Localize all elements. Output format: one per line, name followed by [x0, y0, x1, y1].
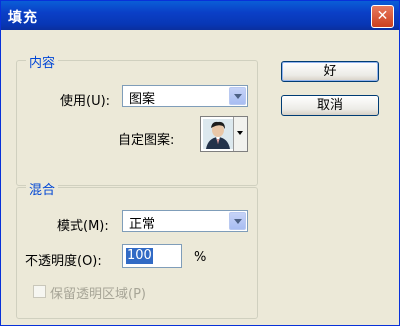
mode-select[interactable]: 正常 [122, 210, 248, 232]
portrait-pattern-icon [203, 119, 233, 149]
mode-label: 模式(M): [57, 219, 109, 234]
custom-pattern-label: 自定图案: [118, 133, 175, 148]
opacity-input[interactable]: 100 [122, 244, 182, 268]
close-icon: ✕ [376, 8, 389, 24]
preserve-transparency-checkbox[interactable] [33, 285, 46, 298]
opacity-label: 不透明度(O): [25, 254, 102, 269]
chevron-down-icon [234, 94, 242, 99]
use-select-value: 图案 [129, 92, 156, 107]
ok-button[interactable]: 好 [281, 61, 379, 82]
content-group-legend: 内容 [26, 52, 59, 71]
close-button[interactable]: ✕ [371, 5, 394, 28]
title-bar[interactable]: 填充 ✕ [1, 1, 399, 30]
custom-pattern-picker[interactable] [200, 116, 248, 152]
use-label: 使用(U): [60, 94, 111, 109]
blend-group-legend: 混合 [26, 179, 59, 198]
cancel-button[interactable]: 取消 [281, 95, 379, 116]
mode-select-value: 正常 [129, 217, 156, 232]
pattern-dropdown-button[interactable] [233, 117, 247, 151]
chevron-down-icon [234, 219, 242, 224]
dialog-content: 内容 使用(U): 图案 自定图案: 混合 模式(M): 正常 不透明度(O):… [4, 30, 396, 322]
preserve-transparency-label: 保留透明区域(P) [50, 287, 146, 302]
mode-dropdown-button[interactable] [229, 212, 246, 230]
use-select[interactable]: 图案 [122, 85, 248, 107]
triangle-down-icon [237, 131, 243, 135]
fill-dialog: 填充 ✕ 内容 使用(U): 图案 自定图案: 混合 模式(M): 正常 不透明… [0, 0, 400, 326]
opacity-value: 100 [126, 248, 153, 264]
opacity-unit: % [194, 250, 207, 265]
dialog-title: 填充 [8, 10, 38, 26]
use-dropdown-button[interactable] [229, 87, 246, 105]
